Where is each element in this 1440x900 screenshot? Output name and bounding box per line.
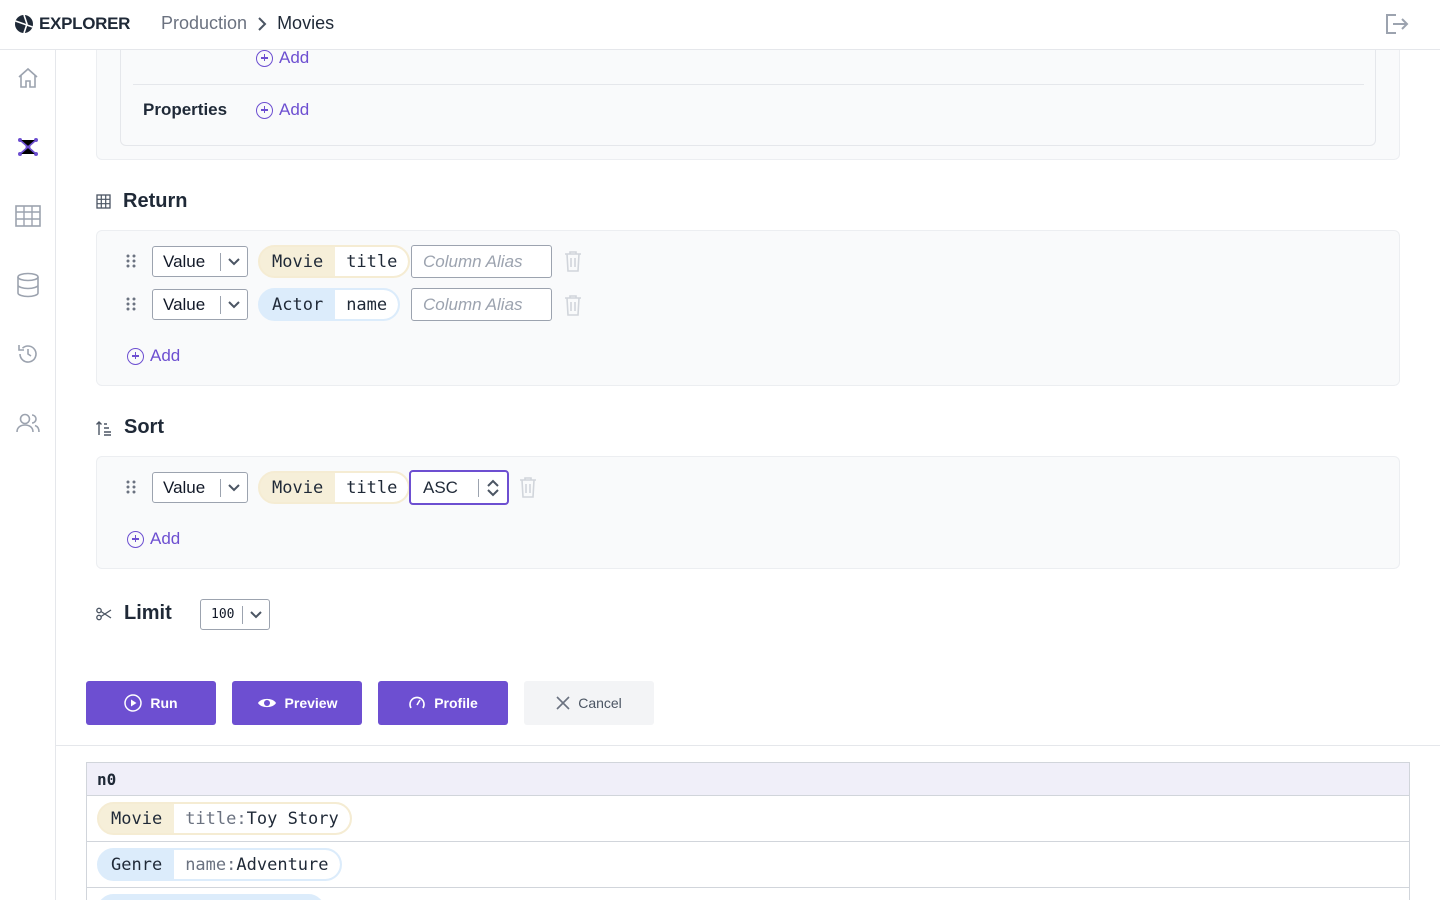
add-circle-icon [127,530,144,548]
drag-handle-icon[interactable] [126,254,136,268]
play-icon [124,694,143,712]
add-property-button[interactable]: Add [256,100,309,120]
app-logo[interactable]: EXPLORER [14,14,130,34]
table-row[interactable]: Genre name: Adventure [87,842,1409,888]
drag-handle-icon[interactable] [126,297,136,311]
sort-direction-select[interactable]: ASC [409,470,509,505]
result-node-pill[interactable]: Genre name: Adventure [97,848,342,881]
return-property-pill[interactable]: Actor name [258,288,401,321]
divider [133,84,1364,85]
limit-select[interactable]: 100 [200,599,270,630]
drag-handle-icon[interactable] [126,480,136,494]
query-builder: Add Properties Add Return Value Movie ti… [56,50,1440,900]
return-section-title: Return [96,190,187,213]
eye-icon [257,698,276,708]
sort-section-title: Sort [96,416,164,439]
table-row[interactable]: Movie title: Toy Story [87,796,1409,842]
return-type-select[interactable]: Value [152,289,248,320]
database-icon[interactable] [14,271,42,299]
scissors-icon [96,607,112,620]
profile-button[interactable]: Profile [378,681,508,725]
table-header-n0: n0 [87,763,1409,796]
return-type-select[interactable]: Value [152,246,248,277]
result-node-pill[interactable] [97,894,325,900]
breadcrumb-parent[interactable]: Production [161,13,247,34]
side-nav [0,50,56,900]
preview-button[interactable]: Preview [232,681,362,725]
limit-section-title: Limit [96,602,172,625]
chevron-down-icon [221,257,247,266]
table-icon [96,194,111,209]
add-circle-icon [127,347,144,365]
column-alias-input[interactable]: Column Alias [411,288,552,321]
sort-type-select[interactable]: Value [152,472,248,503]
graph-icon[interactable] [14,133,42,161]
app-name: EXPLORER [39,14,131,33]
properties-label: Properties [143,100,228,119]
trash-icon[interactable] [564,250,582,272]
chevron-right-icon [258,16,267,31]
results-divider [56,745,1440,746]
up-down-chevron-icon [479,478,507,498]
add-circle-icon [256,50,273,67]
return-property-pill[interactable]: Movie title [258,245,411,278]
column-alias-input[interactable]: Column Alias [411,245,552,278]
trash-icon[interactable] [564,294,582,316]
chevron-down-icon [221,300,247,309]
add-sort-button[interactable]: Add [127,529,180,549]
cancel-button[interactable]: Cancel [524,681,654,725]
breadcrumb: Production Movies [161,13,334,34]
add-relationship-button[interactable]: Add [256,50,309,68]
table-row[interactable] [87,888,1409,900]
results-table: n0 Movie title: Toy Story Genre name: Adve… [86,762,1410,900]
users-icon[interactable] [14,409,42,437]
logout-icon[interactable] [1384,12,1410,41]
logo-icon [15,14,33,34]
breadcrumb-current: Movies [277,13,335,33]
chevron-down-icon [243,610,269,619]
run-button[interactable]: Run [86,681,216,725]
gauge-icon [409,696,425,709]
home-icon[interactable] [14,64,42,92]
add-return-button[interactable]: Add [127,346,180,366]
result-node-pill[interactable]: Movie title: Toy Story [97,802,352,835]
history-icon[interactable] [14,340,42,368]
sort-property-pill[interactable]: Movie title [258,471,411,504]
trash-icon[interactable] [519,476,537,498]
add-circle-icon [256,101,273,119]
table-icon[interactable] [14,202,42,230]
chevron-down-icon [221,483,247,492]
close-icon [556,696,570,710]
top-bar: EXPLORER Production Movies [0,0,1440,50]
sort-ascending-icon [96,420,111,436]
